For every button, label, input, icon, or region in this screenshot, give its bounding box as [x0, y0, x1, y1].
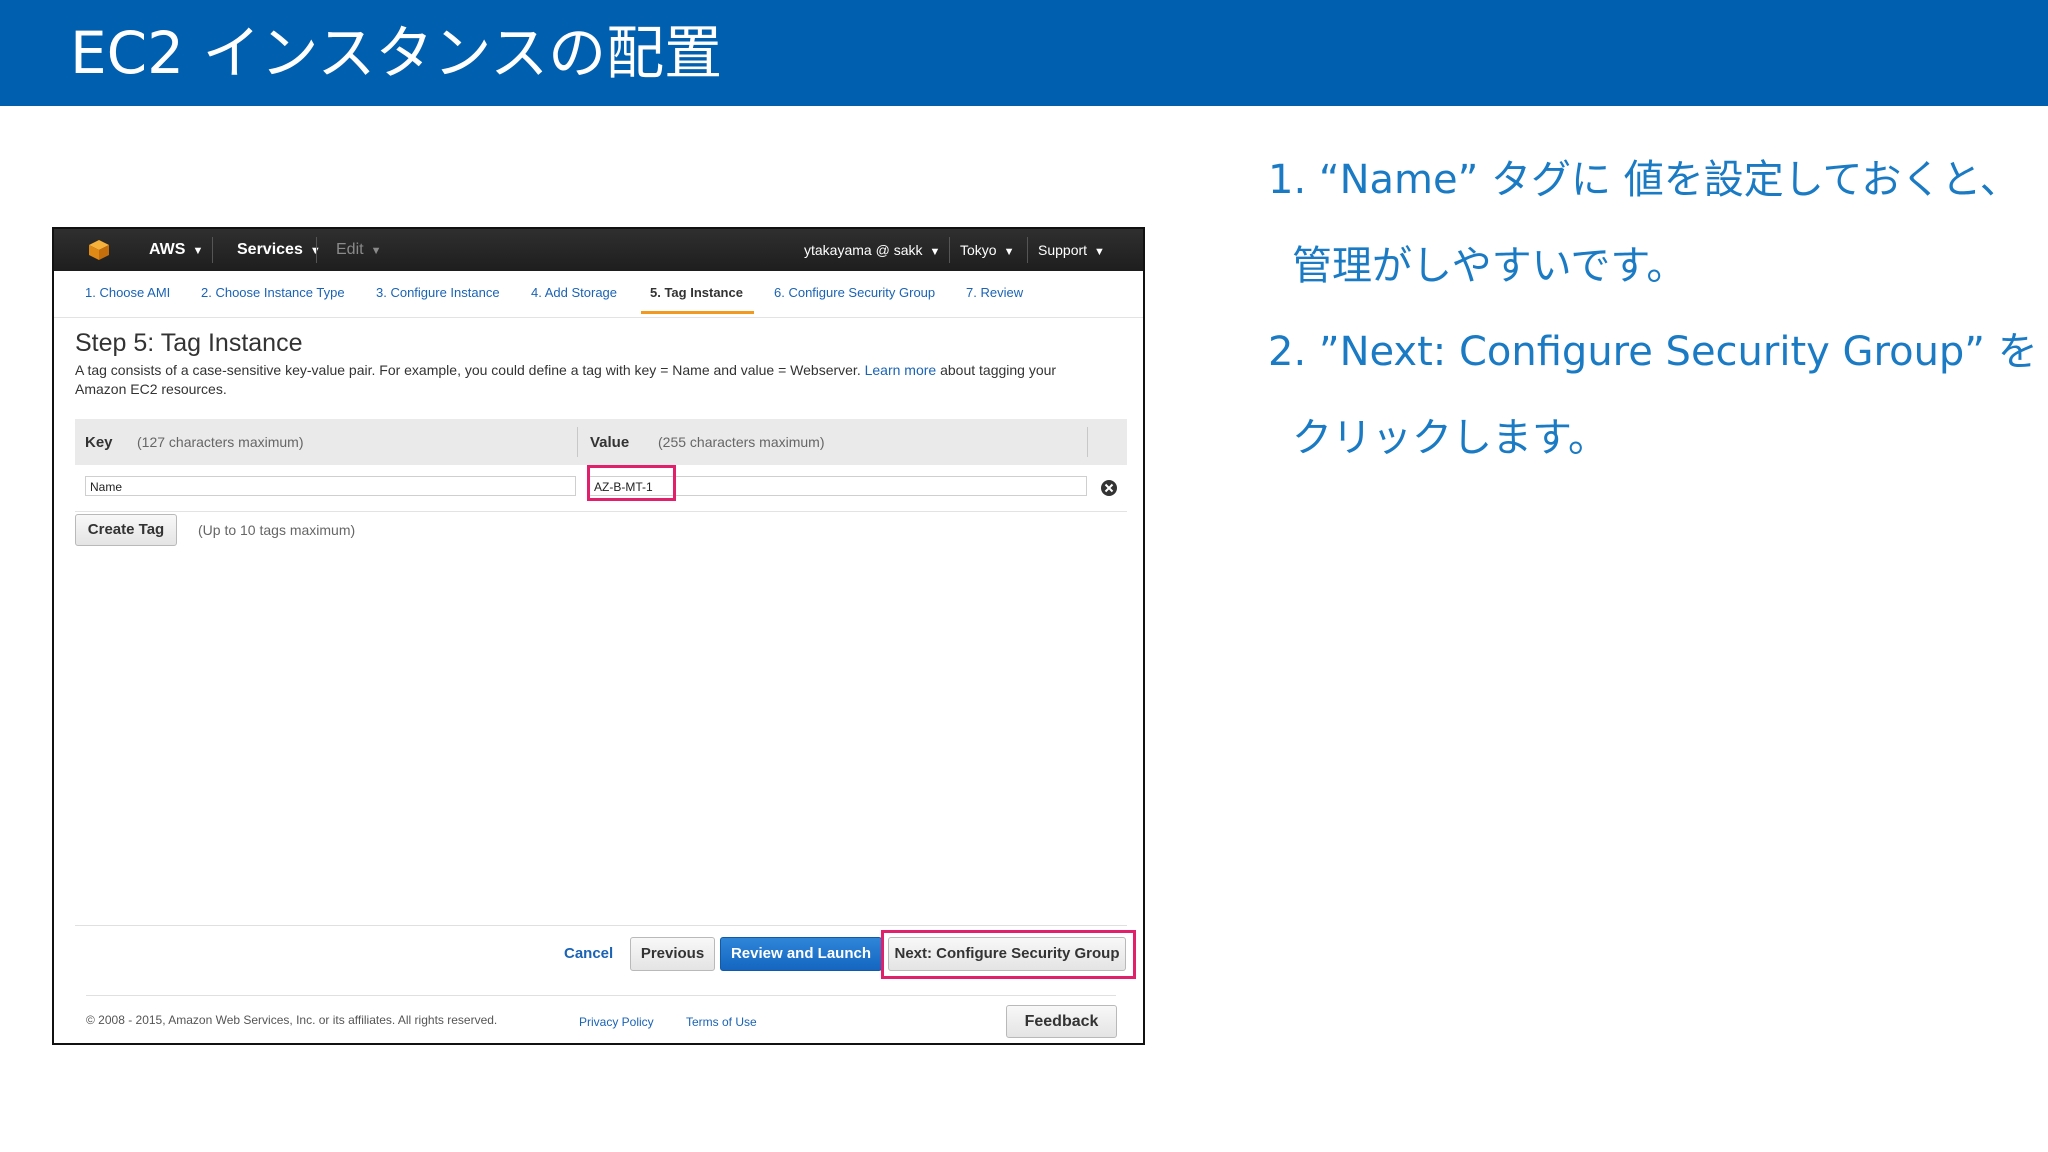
- footer-divider: [86, 995, 1116, 996]
- tag-row: Name AZ-B-MT-1: [75, 465, 1127, 512]
- user-menu[interactable]: ytakayama @ sakk ▼: [804, 229, 940, 271]
- divider: [949, 237, 950, 263]
- terms-of-use-link[interactable]: Terms of Use: [686, 1015, 757, 1029]
- feedback-button[interactable]: Feedback: [1006, 1005, 1117, 1038]
- value-column-header: Value: [590, 434, 630, 451]
- chevron-down-icon: ▼: [370, 245, 382, 257]
- support-menu-label: Support: [1038, 242, 1088, 258]
- key-column-hint: (127 characters maximum): [137, 434, 304, 450]
- value-column-hint: (255 characters maximum): [658, 434, 825, 450]
- chevron-down-icon: ▼: [1094, 246, 1105, 258]
- column-divider: [577, 427, 578, 457]
- slide-title: EC2 インスタンスの配置: [70, 19, 723, 87]
- chevron-down-icon: ▼: [1003, 246, 1015, 258]
- page-title: Step 5: Tag Instance: [75, 329, 303, 357]
- wizard-steps: 1. Choose AMI 2. Choose Instance Type 3.…: [54, 271, 1143, 318]
- page-description: A tag consists of a case-sensitive key-v…: [75, 361, 1105, 399]
- actions-divider: [75, 925, 1127, 926]
- tab-configure-security-group[interactable]: 6. Configure Security Group: [774, 285, 935, 300]
- column-divider: [1087, 427, 1088, 457]
- description-text: A tag consists of a case-sensitive key-v…: [75, 362, 865, 378]
- divider: [316, 237, 317, 263]
- region-menu-label: Tokyo: [960, 242, 997, 258]
- create-tag-hint: (Up to 10 tags maximum): [198, 522, 356, 538]
- cancel-button[interactable]: Cancel: [564, 945, 613, 962]
- services-menu-label: Services: [237, 241, 303, 258]
- tag-key-input[interactable]: Name: [85, 476, 576, 496]
- note-line-2: 管理がしやすいです。: [1292, 243, 1687, 289]
- divider: [212, 237, 213, 263]
- tab-choose-instance-type[interactable]: 2. Choose Instance Type: [201, 285, 345, 300]
- services-menu[interactable]: Services▼: [237, 229, 321, 271]
- edit-menu-label: Edit: [336, 241, 364, 258]
- console-screenshot: AWS▼ Services▼ Edit▼ ytakayama @ sakk▼ T…: [52, 227, 1145, 1045]
- tab-choose-ami[interactable]: 1. Choose AMI: [85, 285, 170, 300]
- create-tag-button[interactable]: Create Tag: [75, 514, 177, 546]
- note-line-4: クリックします。: [1292, 415, 1608, 461]
- console-topbar: AWS▼ Services▼ Edit▼ ytakayama @ sakk▼ T…: [54, 229, 1143, 271]
- chevron-down-icon: ▼: [929, 246, 941, 258]
- previous-button[interactable]: Previous: [630, 937, 715, 971]
- value-highlight-box: [587, 465, 676, 501]
- region-menu[interactable]: Tokyo ▼: [960, 229, 1014, 271]
- aws-menu-label: AWS: [149, 241, 186, 258]
- tab-configure-instance[interactable]: 3. Configure Instance: [376, 285, 500, 300]
- review-and-launch-button[interactable]: Review and Launch: [720, 937, 882, 971]
- tab-add-storage[interactable]: 4. Add Storage: [531, 285, 617, 300]
- note-line-1: 1. “Name” タグに 値を設定しておくと、: [1268, 157, 2020, 203]
- copyright-text: © 2008 - 2015, Amazon Web Services, Inc.…: [86, 1013, 498, 1027]
- divider: [1027, 237, 1028, 263]
- note-line-3: 2. ”Next: Configure Security Group” を: [1268, 329, 2038, 375]
- active-tab-indicator: [641, 311, 754, 314]
- support-menu[interactable]: Support ▼: [1038, 229, 1105, 271]
- learn-more-link[interactable]: Learn more: [865, 362, 937, 378]
- tab-tag-instance[interactable]: 5. Tag Instance: [650, 285, 743, 300]
- tag-table-header: Key (127 characters maximum) Value (255 …: [75, 419, 1127, 465]
- edit-menu[interactable]: Edit ▼: [336, 229, 381, 271]
- key-column-header: Key: [85, 434, 113, 451]
- user-menu-label: ytakayama @ sakk: [804, 242, 923, 258]
- chevron-down-icon: ▼: [192, 245, 204, 257]
- aws-menu[interactable]: AWS ▼: [149, 229, 203, 271]
- tab-review[interactable]: 7. Review: [966, 285, 1023, 300]
- remove-tag-icon[interactable]: [1100, 479, 1118, 497]
- aws-cube-icon[interactable]: [88, 239, 110, 261]
- slide-header: EC2 インスタンスの配置: [0, 0, 2048, 106]
- privacy-policy-link[interactable]: Privacy Policy: [579, 1015, 654, 1029]
- next-button-highlight-box: [881, 930, 1136, 979]
